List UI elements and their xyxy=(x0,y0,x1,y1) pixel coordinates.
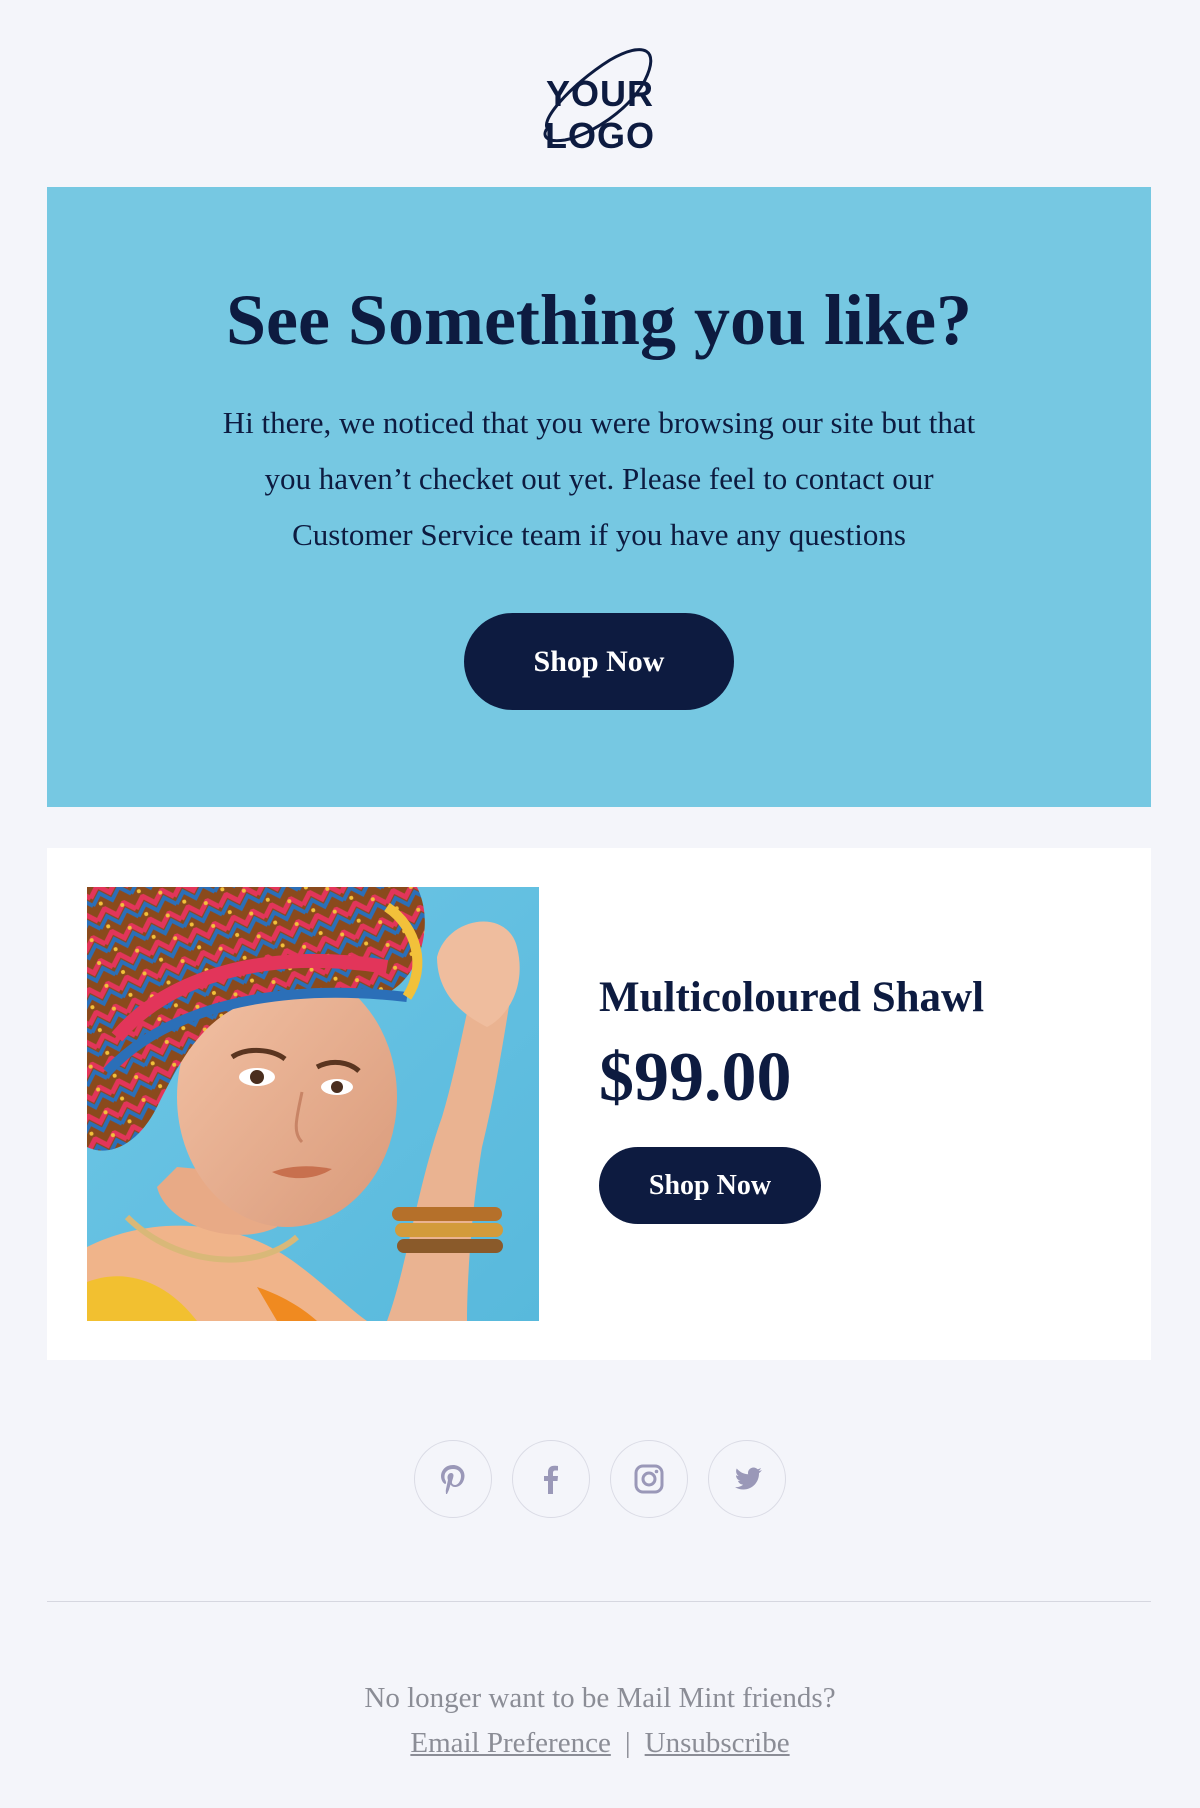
logo-swoosh-icon xyxy=(543,48,653,143)
product-shop-now-button[interactable]: Shop Now xyxy=(599,1147,821,1224)
footer-links: Email Preference | Unsubscribe xyxy=(0,1722,1200,1764)
facebook-icon xyxy=(544,1465,558,1494)
hero-body-text: Hi there, we noticed that you were brows… xyxy=(222,405,976,552)
twitter-button[interactable] xyxy=(708,1440,786,1518)
product-price: $99.00 xyxy=(599,1039,792,1116)
footer-message: No longer want to be Mail Mint friends? xyxy=(364,1682,836,1714)
footer: No longer want to be Mail Mint friends? … xyxy=(0,1674,1200,1764)
footer-divider xyxy=(47,1601,1151,1602)
hero-banner: See Something you like? Hi there, we not… xyxy=(47,187,1151,807)
unsubscribe-link[interactable]: Unsubscribe xyxy=(645,1727,790,1759)
product-card: Multicoloured Shawl $99.00 Shop Now xyxy=(47,848,1151,1360)
email-preference-link[interactable]: Email Preference xyxy=(410,1727,610,1759)
logo-area: YOUR LOGO xyxy=(0,40,1200,156)
social-links xyxy=(0,1440,1200,1520)
product-image[interactable] xyxy=(87,887,539,1321)
product-name: Multicoloured Shawl xyxy=(599,974,985,1021)
facebook-button[interactable] xyxy=(512,1440,590,1518)
instagram-button[interactable] xyxy=(610,1440,688,1518)
instagram-icon xyxy=(634,1464,664,1494)
pinterest-button[interactable] xyxy=(414,1440,492,1518)
email-page: YOUR LOGO See Something you like? Hi the… xyxy=(0,0,1200,1808)
pinterest-icon xyxy=(441,1465,465,1494)
twitter-icon xyxy=(734,1467,762,1490)
logo[interactable]: YOUR LOGO xyxy=(495,40,705,156)
hero-shop-now-button[interactable]: Shop Now xyxy=(464,613,734,710)
footer-separator: | xyxy=(624,1727,631,1759)
hero-title: See Something you like? xyxy=(225,280,973,360)
woman-portrait-image xyxy=(87,887,539,1321)
